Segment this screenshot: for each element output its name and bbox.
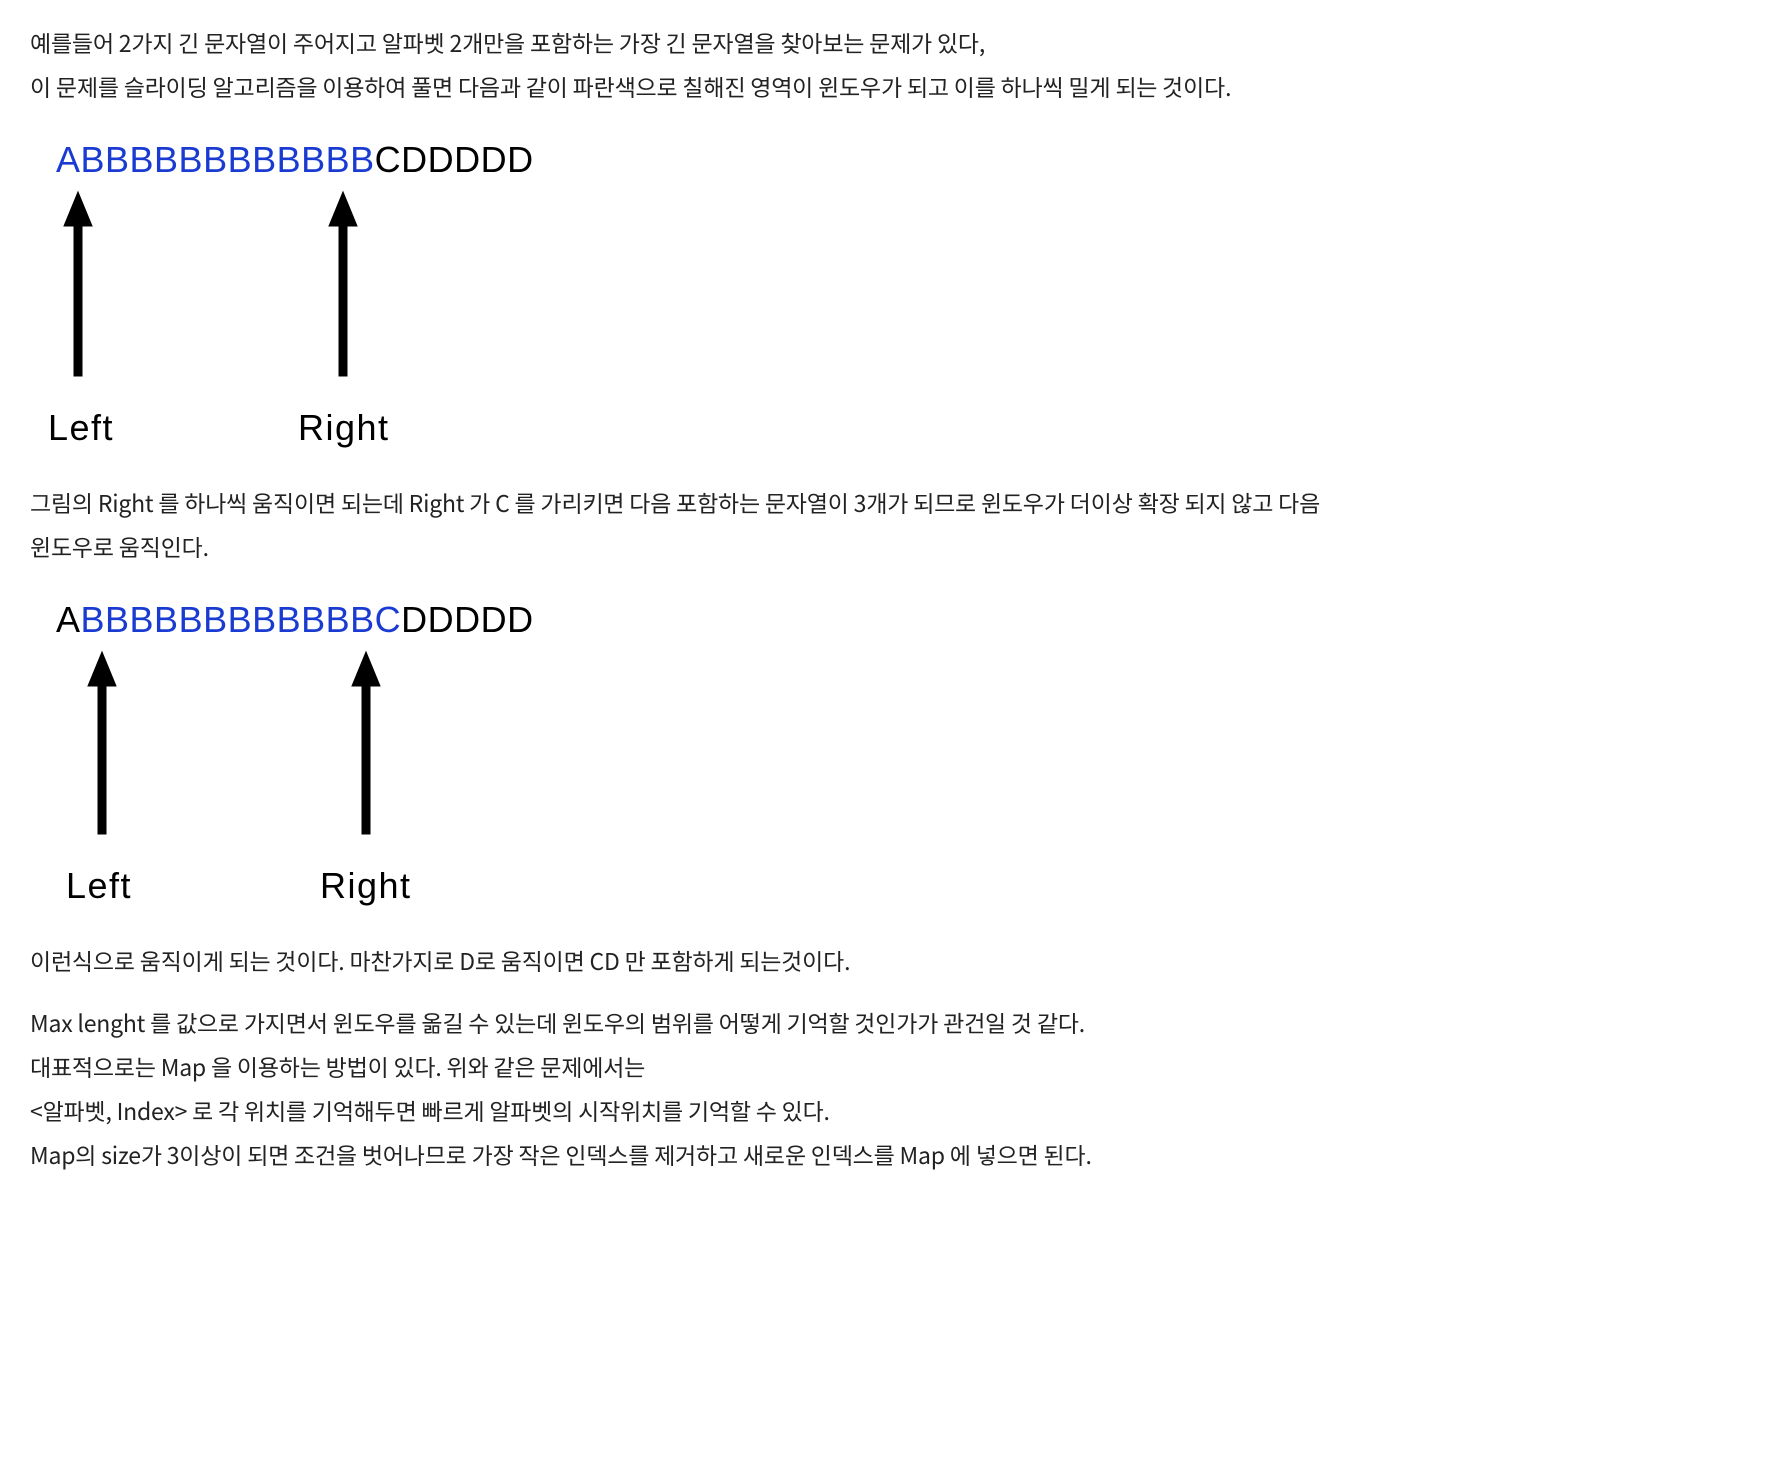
diagram1-plain-segment: CDDDDD (375, 139, 534, 180)
p5-line-2: 대표적으로는 Map 을 이용하는 방법이 있다. 위와 같은 문제에서는 (30, 1049, 645, 1083)
mid-line-2: 윈도우로 움직인다. (30, 529, 209, 563)
diagram1-string: ABBBBBBBBBBBBCDDDDD (56, 139, 534, 180)
diagram2-leading-a: A (56, 599, 81, 640)
p5-line-4: Map의 size가 3이상이 되면 조건을 벗어나므로 가장 작은 인덱스를 … (30, 1137, 1092, 1171)
diagram2-right-arrow-icon (352, 652, 380, 834)
diagram1-right-label: Right (298, 407, 390, 448)
mid-line-1: 그림의 Right 를 하나씩 움직이면 되는데 Right 가 C 를 가리키… (30, 485, 1320, 519)
intro-line-1: 예를들어 2가지 긴 문자열이 주어지고 알파벳 2개만을 포함하는 가장 긴 … (30, 25, 985, 59)
diagram-sliding-window-1: ABBBBBBBBBBBBCDDDDD Left Right (38, 136, 1762, 456)
diagram2-right-label: Right (320, 865, 412, 906)
mid-paragraph: 그림의 Right 를 하나씩 움직이면 되는데 Right 가 C 를 가리키… (30, 480, 1762, 568)
diagram2-string: ABBBBBBBBBBBBCDDDDD (56, 599, 534, 640)
p5-line-3: <알파벳, Index> 로 각 위치를 기억해두면 빠르게 알파벳의 시작위치… (30, 1093, 830, 1127)
diagram1-highlight-segment: ABBBBBBBBBBBB (56, 139, 375, 180)
after-diagram2-paragraph: 이런식으로 움직이게 되는 것이다. 마찬가지로 D로 움직이면 CD 만 포함… (30, 938, 1762, 982)
intro-paragraph-1: 예를들어 2가지 긴 문자열이 주어지고 알파벳 2개만을 포함하는 가장 긴 … (30, 20, 1762, 108)
diagram1-right-arrow-icon (329, 192, 357, 376)
diagram1-left-label: Left (48, 407, 114, 448)
diagram2-plain-segment: DDDDD (401, 599, 534, 640)
diagram2-highlight-segment: BBBBBBBBBBBBC (81, 599, 402, 640)
diagram2-left-label: Left (66, 865, 132, 906)
diagram2-left-arrow-icon (88, 652, 116, 834)
intro-line-2: 이 문제를 슬라이딩 알고리즘을 이용하여 풀면 다음과 같이 파란색으로 칠해… (30, 69, 1231, 103)
diagram1-left-arrow-icon (64, 192, 92, 376)
p5-line-1: Max lenght 를 값으로 가지면서 윈도우를 옮길 수 있는데 윈도우의… (30, 1005, 1085, 1039)
explanation-paragraph: Max lenght 를 값으로 가지면서 윈도우를 옮길 수 있는데 윈도우의… (30, 1000, 1762, 1176)
p4-line: 이런식으로 움직이게 되는 것이다. 마찬가지로 D로 움직이면 CD 만 포함… (30, 943, 850, 977)
diagram-sliding-window-2: ABBBBBBBBBBBBCDDDDD Left Right (38, 596, 1762, 914)
